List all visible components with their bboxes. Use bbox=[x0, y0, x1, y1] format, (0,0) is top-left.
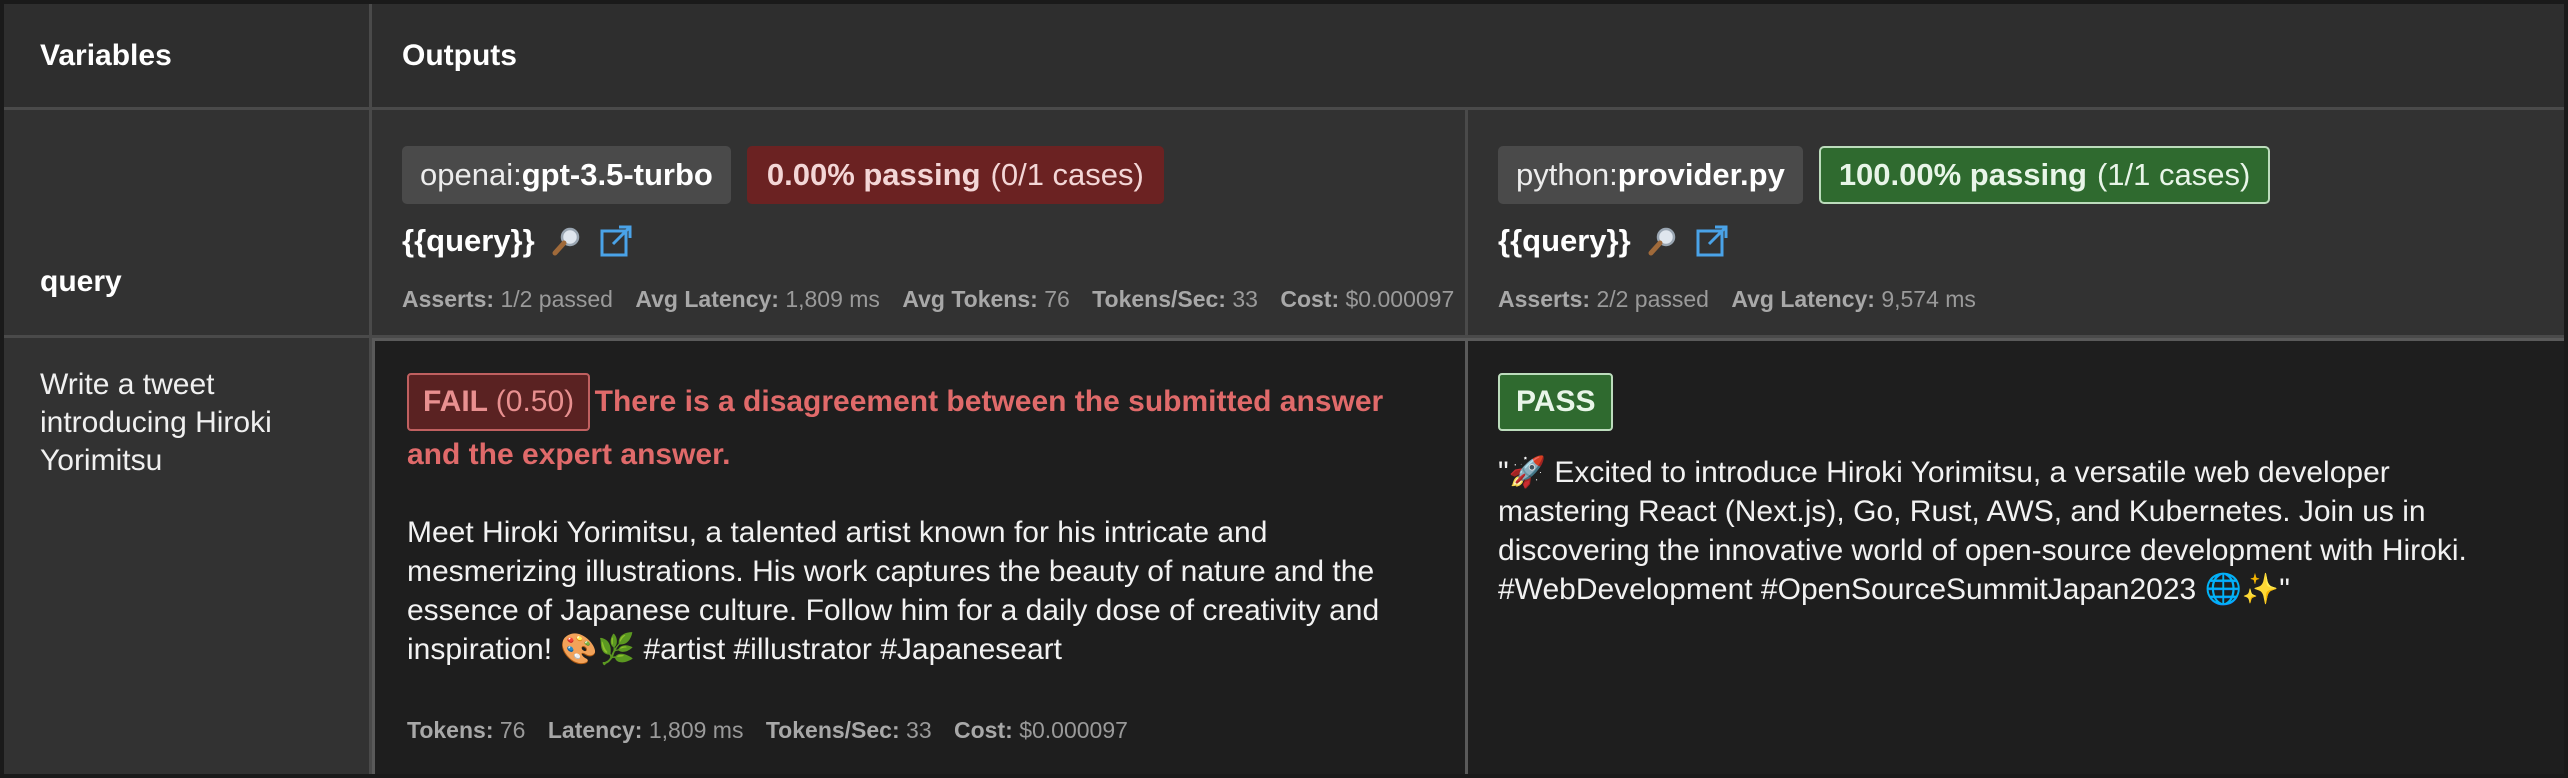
variables-header: Variables bbox=[4, 4, 372, 110]
provider-header-python: python: provider.py 100.00% passing (1/1 c… bbox=[1468, 110, 2564, 338]
pass-rate-percent: 100.00% passing bbox=[1838, 157, 2087, 192]
provider-prefix: openai: bbox=[420, 157, 522, 192]
output-cell-openai[interactable]: FAIL (0.50) There is a disagreement betw… bbox=[372, 338, 1468, 774]
prompt-template: {{query}} bbox=[402, 223, 535, 258]
variable-name: query bbox=[40, 265, 122, 298]
output-stats: Tokens: 76 Latency: 1,809 ms Tokens/Sec:… bbox=[407, 717, 1128, 744]
tokens-label: Tokens: bbox=[407, 717, 494, 743]
latency-label: Latency: bbox=[547, 717, 643, 743]
tokens-value: 76 bbox=[1044, 286, 1070, 312]
pass-rate-cases: (0/1 cases) bbox=[990, 157, 1144, 192]
external-link-icon[interactable] bbox=[1695, 224, 1729, 258]
prompt-template: {{query}} bbox=[1498, 223, 1631, 258]
tokens-label: Avg Tokens: bbox=[902, 286, 1038, 312]
output-text: Meet Hiroki Yorimitsu, a talented artist… bbox=[407, 516, 1380, 666]
asserts-value: 2/2 passed bbox=[1596, 286, 1709, 312]
provider-model: provider.py bbox=[1617, 157, 1785, 192]
pass-rate-badge: 0.00% passing (0/1 cases) bbox=[746, 146, 1164, 204]
pass-badge: PASS bbox=[1498, 373, 1614, 431]
provider-stats: Asserts: 1/2 passed Avg Latency: 1,809 m… bbox=[402, 286, 1465, 313]
provider-stats: Asserts: 2/2 passed Avg Latency: 9,574 m… bbox=[1498, 286, 2564, 313]
magnifier-icon[interactable] bbox=[551, 225, 583, 257]
asserts-value: 1/2 passed bbox=[500, 286, 613, 312]
tokens-value: 76 bbox=[499, 717, 526, 743]
tps-label: Tokens/Sec: bbox=[765, 717, 900, 743]
cost-label: Cost: bbox=[954, 717, 1013, 743]
pass-rate-percent: 0.00% passing bbox=[766, 157, 981, 192]
outputs-header: Outputs bbox=[372, 4, 2564, 110]
latency-label: Avg Latency: bbox=[635, 286, 779, 312]
output-cell-python[interactable]: PASS "🚀 Excited to introduce Hiroki Yori… bbox=[1468, 338, 2564, 774]
pass-rate-badge: 100.00% passing (1/1 cases) bbox=[1818, 146, 2271, 204]
variable-value: Write a tweet introducing Hiroki Yorimit… bbox=[40, 368, 272, 477]
external-link-icon[interactable] bbox=[599, 224, 633, 258]
provider-model: gpt-3.5-turbo bbox=[521, 157, 713, 192]
latency-label: Avg Latency: bbox=[1731, 286, 1875, 312]
latency-value: 1,809 ms bbox=[785, 286, 880, 312]
tps-value: 33 bbox=[1232, 286, 1258, 312]
magnifier-icon[interactable] bbox=[1647, 225, 1679, 257]
output-text: "🚀 Excited to introduce Hiroki Yorimitsu… bbox=[1498, 456, 2467, 606]
provider-header-openai: openai: gpt-3.5-turbo 0.00% passing (0/1 c… bbox=[372, 110, 1468, 338]
provider-prefix: python: bbox=[1516, 157, 1618, 192]
tps-value: 33 bbox=[906, 717, 932, 743]
variable-name-cell: query bbox=[4, 110, 372, 338]
provider-chip: openai: gpt-3.5-turbo bbox=[402, 146, 731, 204]
fail-badge: FAIL (0.50) bbox=[407, 373, 591, 431]
pass-rate-cases: (1/1 cases) bbox=[2096, 157, 2251, 192]
latency-value: 9,574 ms bbox=[1881, 286, 1976, 312]
eval-results-table: Variables Outputs query openai: gpt-3.5-t… bbox=[0, 0, 2568, 778]
fail-status: FAIL bbox=[423, 385, 488, 418]
asserts-label: Asserts: bbox=[402, 286, 495, 312]
cost-label: Cost: bbox=[1280, 286, 1340, 312]
provider-chip: python: provider.py bbox=[1498, 146, 1803, 204]
latency-value: 1,809 ms bbox=[648, 717, 744, 743]
variable-value-cell: Write a tweet introducing Hiroki Yorimit… bbox=[4, 338, 372, 774]
fail-score: (0.50) bbox=[495, 385, 575, 418]
tps-label: Tokens/Sec: bbox=[1092, 286, 1226, 312]
cost-value: $0.000097 bbox=[1019, 717, 1128, 743]
asserts-label: Asserts: bbox=[1498, 286, 1591, 312]
cost-value: $0.000097 bbox=[1345, 286, 1455, 312]
